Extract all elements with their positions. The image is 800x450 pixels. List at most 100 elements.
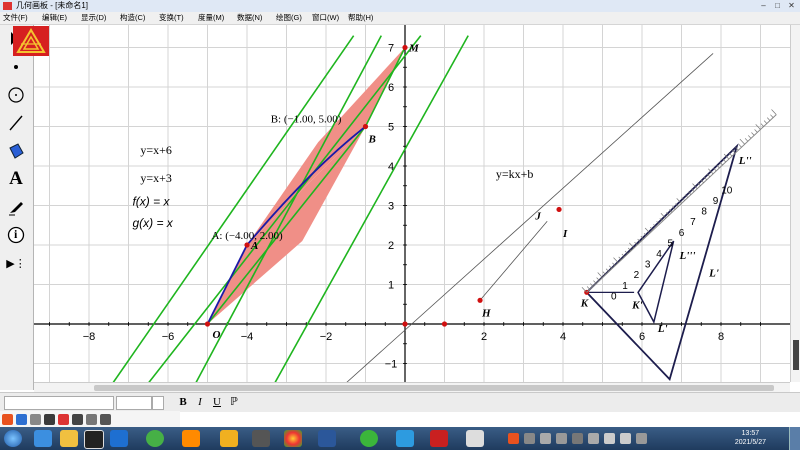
clock-date: 2021/5/27 [734, 439, 766, 446]
list-app-icon[interactable] [466, 430, 484, 447]
network-icon[interactable] [604, 433, 615, 444]
function-g: g(x) = x [132, 216, 173, 230]
clock[interactable]: 13:57 2021/5/27 [735, 429, 766, 447]
graph-svg[interactable]: −8 −6 −4 −2 2 4 6 8−11234567OABMHJIB: (−1.00, 5… [34, 25, 790, 382]
point-M [402, 44, 408, 51]
bold-button[interactable]: B [176, 395, 190, 409]
menu-number[interactable]: 数据(N) [237, 12, 262, 24]
segment-HI [479, 221, 548, 301]
chrome-icon[interactable] [284, 430, 302, 447]
ruler-number: 5 [668, 238, 674, 249]
sketch-canvas[interactable]: −8 −6 −4 −2 2 4 6 8 −1 1 2 3 4 5 6 7 O A B M H J I B: (−1.00, 5… [34, 25, 790, 382]
label-O: O [212, 329, 220, 341]
ruler-tick [766, 117, 771, 121]
tray-icon-2[interactable] [524, 433, 535, 444]
menu-graph[interactable]: 绘图(G) [276, 12, 302, 24]
information-tool[interactable]: i [2, 223, 30, 247]
point-B [362, 123, 369, 130]
minimize-button[interactable]: – [758, 1, 769, 10]
font-size-dropdown[interactable] [152, 396, 164, 410]
app-yellow-icon[interactable] [220, 430, 238, 447]
tray-icon-6[interactable] [588, 433, 599, 444]
point-H [477, 297, 483, 303]
point-tool[interactable] [2, 55, 30, 79]
custom-tool[interactable]: ▶⋮ [2, 251, 30, 275]
wechat-icon[interactable] [360, 430, 378, 447]
x-axis-tick-label: 4 [560, 331, 566, 343]
shirt-icon[interactable] [86, 414, 97, 425]
toolbox: A i ▶⋮ [0, 25, 34, 390]
ruler-number: 9 [713, 196, 719, 207]
sogou-icon[interactable] [2, 414, 13, 425]
tray-icon-4[interactable] [556, 433, 567, 444]
ime-toolbar [0, 411, 180, 427]
y-axis-tick-label: 3 [388, 201, 394, 213]
word-icon[interactable] [318, 430, 336, 447]
app-orange-icon[interactable] [182, 430, 200, 447]
horizontal-scroll-thumb[interactable] [94, 385, 774, 391]
menu-measure[interactable]: 度量(M) [198, 12, 224, 24]
menu-file[interactable]: 文件(F) [3, 12, 28, 24]
underline-button[interactable]: U [210, 395, 224, 409]
ruler-tick [754, 129, 758, 133]
menu-construct[interactable]: 构造(C) [120, 12, 145, 24]
font-family-select[interactable] [4, 396, 114, 410]
browser-360-icon[interactable] [146, 430, 164, 447]
media-icon[interactable] [110, 430, 128, 447]
marker-tool[interactable] [2, 195, 30, 219]
vertical-scrollbar[interactable] [790, 25, 800, 382]
geometry-sketchpad-task-icon[interactable] [430, 430, 448, 447]
start-icon[interactable] [4, 430, 22, 447]
ime-tray-icon[interactable] [636, 433, 647, 444]
punct-icon[interactable] [30, 414, 41, 425]
menu-help[interactable]: 帮助(H) [348, 12, 373, 24]
emoji-icon[interactable] [44, 414, 55, 425]
maximize-button[interactable]: □ [772, 1, 783, 10]
y-axis-tick-label: 5 [388, 122, 394, 134]
green-line [195, 35, 383, 382]
tray-icon-5[interactable] [572, 433, 583, 444]
keyboard-icon[interactable] [72, 414, 83, 425]
set-square-outer [585, 143, 739, 382]
y-axis-tick-label: −1 [385, 359, 398, 371]
compass-tool[interactable] [2, 83, 30, 107]
segment-icon [9, 115, 23, 131]
tools-icon[interactable] [100, 414, 111, 425]
menu-transform[interactable]: 变换(T) [159, 12, 184, 24]
font-size-select[interactable] [116, 396, 152, 410]
menu-edit[interactable]: 编辑(E) [42, 12, 67, 24]
voice-icon[interactable] [58, 414, 69, 425]
show-desktop-button[interactable] [789, 427, 800, 450]
text-tool[interactable]: A [2, 167, 30, 191]
explorer-icon[interactable] [60, 430, 78, 447]
symbol-button[interactable]: ℙ [227, 395, 241, 409]
app-logo [13, 26, 49, 56]
camera-icon[interactable] [252, 430, 270, 447]
volume-icon[interactable] [620, 433, 631, 444]
ruler-tick [744, 138, 749, 142]
italic-button[interactable]: I [193, 395, 207, 409]
triangle-logo-icon [16, 28, 46, 53]
ie-icon[interactable] [34, 430, 52, 447]
straightedge-tool[interactable] [2, 111, 30, 135]
point-origin [402, 321, 408, 327]
bird-app-icon[interactable] [396, 430, 414, 447]
ruler-tick [763, 120, 768, 124]
tray-sogou-icon[interactable] [508, 433, 519, 444]
ruler-tick [581, 287, 587, 293]
ime-mode-icon[interactable] [16, 414, 27, 425]
ruler-number: 3 [645, 260, 651, 271]
tray-icon-3[interactable] [540, 433, 551, 444]
ruler-number: 2 [634, 270, 640, 281]
vertical-scroll-thumb[interactable] [793, 340, 799, 370]
menu-display[interactable]: 显示(D) [81, 12, 106, 24]
y-axis-tick-label: 2 [388, 240, 394, 252]
ok-app-icon[interactable] [84, 430, 104, 449]
ruler-tick [590, 283, 594, 287]
close-button[interactable]: ✕ [786, 1, 797, 10]
menu-window[interactable]: 窗口(W) [312, 12, 339, 24]
equation-y-x-plus-6: y=x+6 [140, 143, 172, 157]
label-L-prime-bottom: L' [657, 323, 668, 335]
x-axis-tick-label: −6 [162, 331, 175, 343]
polygon-tool[interactable] [2, 139, 30, 163]
